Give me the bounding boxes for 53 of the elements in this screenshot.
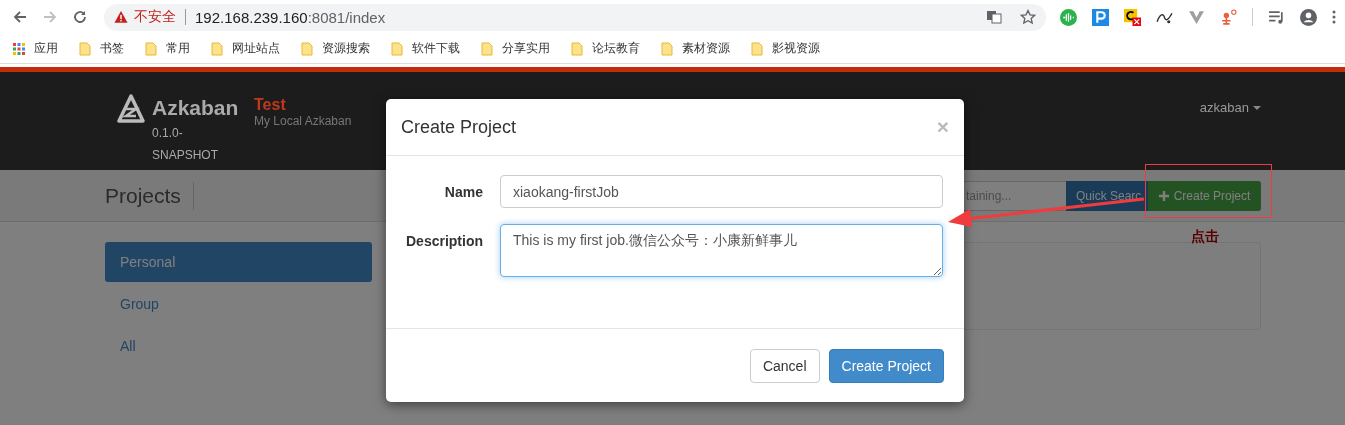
folder-icon	[211, 41, 223, 56]
bookmark-item[interactable]: 分享实用	[481, 40, 550, 57]
user-menu[interactable]: azkaban	[1199, 100, 1261, 115]
bookmark-item[interactable]: 书签	[79, 40, 124, 57]
network-icon[interactable]	[1220, 8, 1237, 26]
annotation-label: 点击	[1191, 228, 1219, 246]
audio-wave-icon[interactable]	[1060, 8, 1077, 26]
brand-name: Azkaban	[152, 95, 240, 121]
menu-icon[interactable]	[1332, 9, 1336, 25]
reload-icon[interactable]	[72, 9, 88, 25]
playlist-icon[interactable]	[1268, 8, 1285, 26]
bookmark-item[interactable]: 影视资源	[751, 40, 820, 57]
folder-icon	[751, 41, 763, 56]
back-icon[interactable]	[12, 9, 28, 25]
bookmark-item[interactable]: 网址站点	[211, 40, 280, 57]
bookmark-item[interactable]: 应用	[13, 40, 58, 57]
page-title: Projects	[105, 183, 181, 208]
bookmark-item[interactable]: 常用	[145, 40, 190, 57]
folder-icon	[571, 41, 583, 56]
warning-icon	[114, 10, 128, 24]
avatar-icon[interactable]	[1300, 8, 1317, 26]
plus-icon	[1158, 190, 1169, 201]
folder-icon	[301, 41, 313, 56]
folder-icon	[79, 41, 91, 56]
logo-icon	[116, 94, 146, 124]
apps-grid-icon	[13, 41, 25, 56]
field-label: Name	[443, 184, 483, 200]
folder-icon	[145, 41, 157, 56]
cancel-button[interactable]: Cancel	[749, 348, 820, 383]
folder-icon	[481, 41, 493, 56]
folder-icon	[661, 41, 673, 56]
security-label: 不安全	[134, 8, 176, 26]
chevron-icon[interactable]	[1188, 8, 1205, 26]
bookmark-item[interactable]: 资源搜索	[301, 40, 370, 57]
parking-sign-icon[interactable]	[1092, 8, 1109, 26]
field-label: Description	[405, 233, 483, 249]
description-field[interactable]: This is my first job.微信公众号：小康新鲜事儿	[500, 224, 943, 277]
name-field[interactable]: xiaokang-firstJob	[500, 175, 943, 208]
url-text: 192.168.239.160:8081/index	[195, 8, 386, 26]
caret-icon	[1253, 105, 1261, 110]
bookmark-item[interactable]: 素材资源	[661, 40, 730, 57]
bookmark-item[interactable]: 论坛教育	[571, 40, 640, 57]
bookmark-item[interactable]: 软件下载	[391, 40, 460, 57]
address-bar[interactable]: 不安全 192.168.239.160:8081/index	[104, 3, 1046, 31]
translate-icon[interactable]	[986, 9, 1002, 25]
environment-subtitle: My Local Azkaban	[254, 114, 352, 128]
version-label: 0.1.0-SNAPSHOT	[152, 125, 219, 164]
environment-name: Test	[254, 96, 287, 114]
star-icon[interactable]	[1020, 9, 1036, 25]
create-button[interactable]: Create Project	[828, 348, 944, 383]
extension-icon[interactable]	[1124, 8, 1141, 26]
dialog-title: Create Project	[401, 116, 517, 138]
folder-icon	[391, 41, 403, 56]
